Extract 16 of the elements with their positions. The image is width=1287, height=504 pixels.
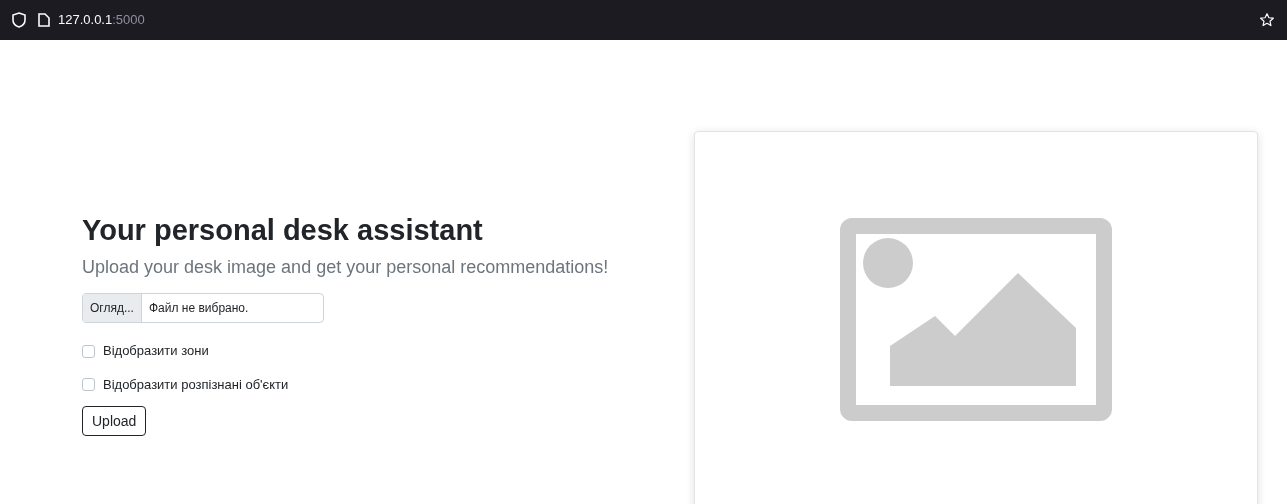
- checkbox-label: Відобразити розпізнані об'єкти: [103, 375, 289, 394]
- page-icon: [38, 13, 50, 27]
- browse-button[interactable]: Огляд...: [83, 294, 142, 323]
- url-host[interactable]: 127.0.0.1: [58, 10, 113, 30]
- url-port[interactable]: :5000: [112, 10, 145, 30]
- checkbox[interactable]: [82, 378, 95, 391]
- image-placeholder-icon: [840, 218, 1112, 421]
- checkbox-label: Відобразити зони: [103, 342, 209, 361]
- star-icon[interactable]: [1259, 12, 1275, 28]
- subtitle: Upload your desk image and get your personal recommendations!: [82, 256, 610, 280]
- checkbox[interactable]: [82, 344, 95, 358]
- file-name: Файл не вибрано.: [147, 300, 250, 318]
- file-input[interactable]: Огляд... Файл не вибрано.: [82, 293, 324, 324]
- shield-icon[interactable]: [12, 12, 26, 28]
- upload-button[interactable]: Upload: [82, 406, 147, 437]
- page-heading: Your personal desk assistant: [82, 213, 484, 248]
